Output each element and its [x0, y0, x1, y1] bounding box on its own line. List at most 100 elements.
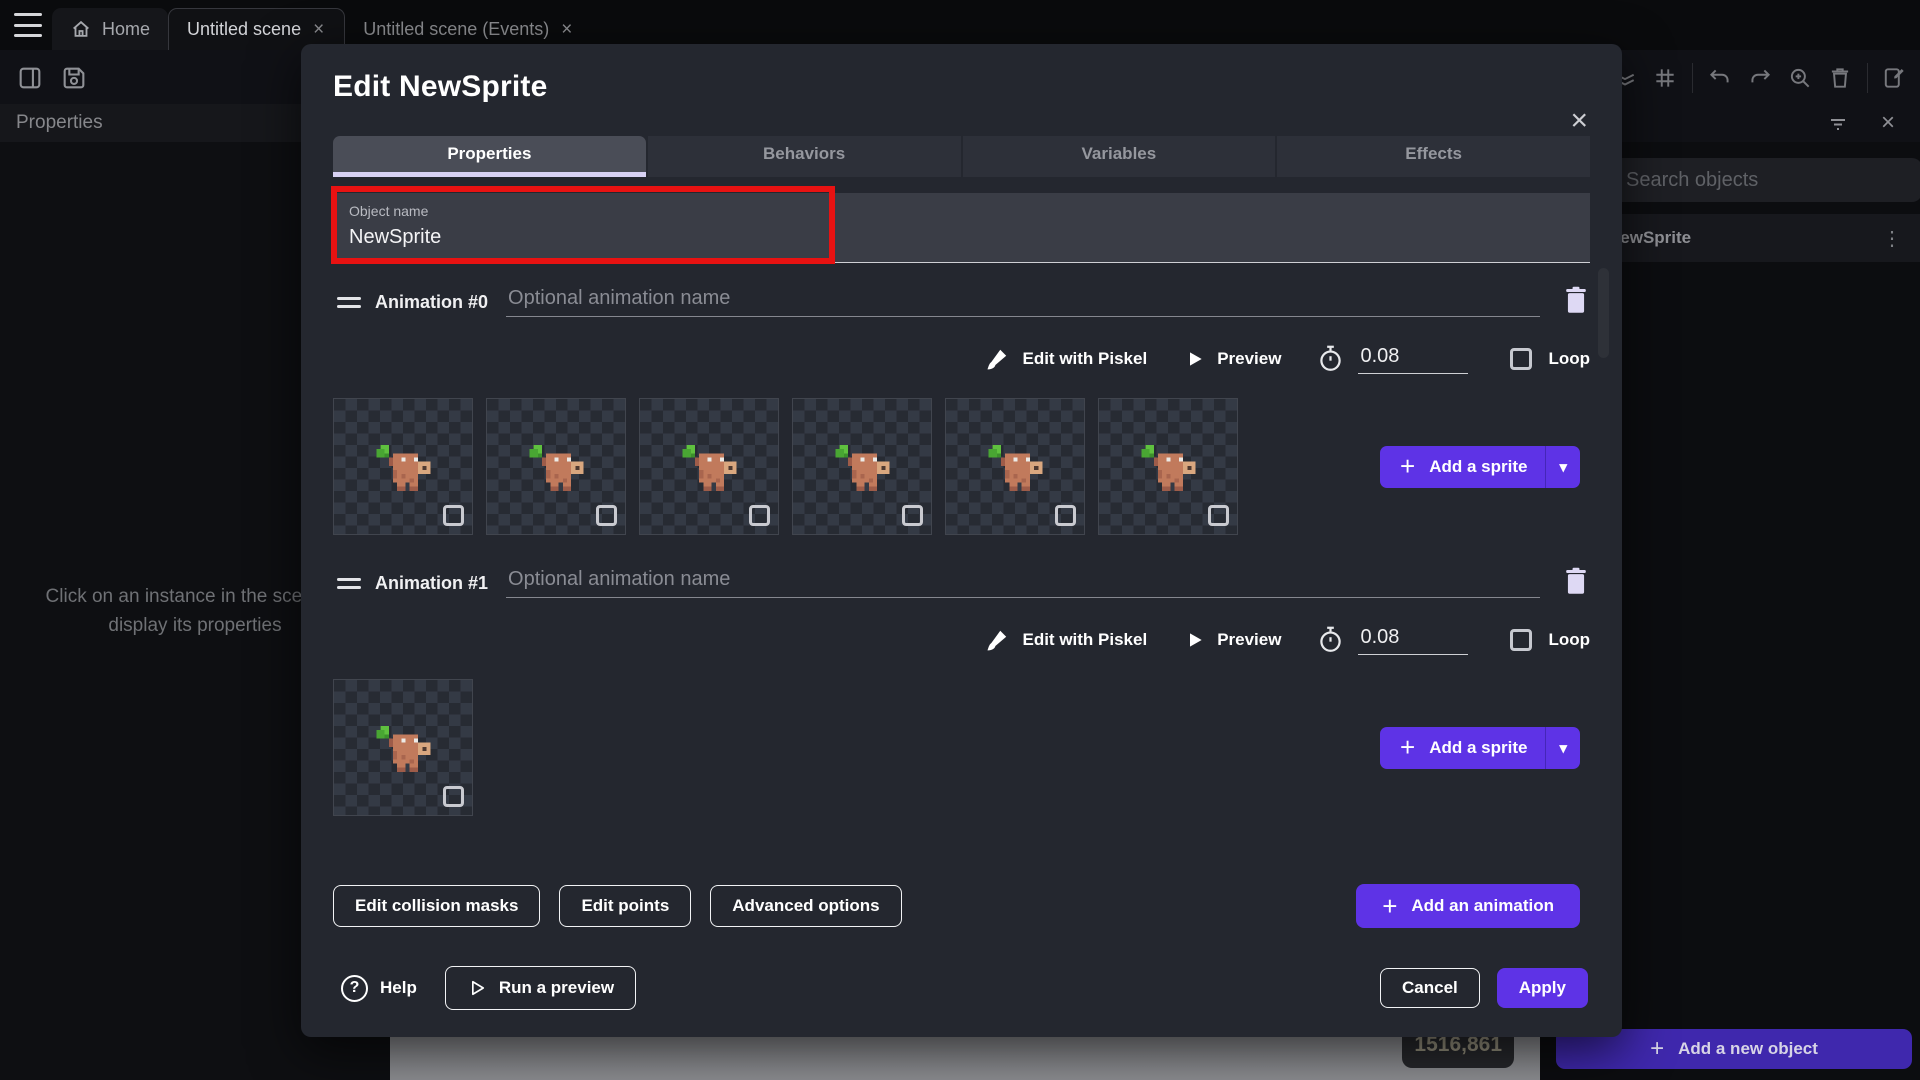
animation-0-tools: Edit with Piskel Preview Loop — [333, 344, 1590, 374]
undo-icon[interactable] — [1707, 65, 1733, 91]
advanced-options-button[interactable]: Advanced options — [710, 885, 901, 927]
tab-properties[interactable]: Properties — [333, 136, 646, 177]
edit-with-piskel-button[interactable]: Edit with Piskel — [1022, 630, 1147, 650]
toolbar-divider — [1692, 63, 1693, 93]
apply-button[interactable]: Apply — [1497, 968, 1588, 1008]
edit-collision-masks-button[interactable]: Edit collision masks — [333, 885, 540, 927]
add-sprite-button[interactable]: + Add a sprite ▾ — [1380, 446, 1580, 488]
sprite-frame[interactable] — [639, 398, 779, 535]
animation-title: Animation #1 — [375, 573, 488, 594]
sprite-frame[interactable] — [333, 398, 473, 535]
animation-1-header: Animation #1 — [333, 566, 1590, 598]
loop-checkbox[interactable] — [1510, 348, 1532, 370]
frames-list — [333, 398, 1238, 535]
edit-sprite-dialog: Edit NewSprite × Properties Behaviors Va… — [301, 44, 1622, 1037]
time-between-frames-input[interactable] — [1358, 345, 1468, 374]
loop-label: Loop — [1548, 349, 1590, 369]
trash-icon[interactable] — [1827, 65, 1853, 91]
chevron-down-icon[interactable]: ▾ — [1546, 739, 1580, 757]
tab-behaviors[interactable]: Behaviors — [648, 136, 961, 177]
question-icon: ? — [341, 975, 368, 1002]
close-icon[interactable]: × — [1876, 111, 1900, 135]
dialog-title: Edit NewSprite — [333, 70, 1590, 104]
time-between-frames-input[interactable] — [1358, 626, 1468, 655]
pig-sprite — [835, 445, 890, 495]
frame-checkbox[interactable] — [443, 786, 464, 807]
edit-with-piskel-button[interactable]: Edit with Piskel — [1022, 349, 1147, 369]
sprite-frame[interactable] — [945, 398, 1085, 535]
frame-checkbox[interactable] — [443, 505, 464, 526]
dialog-tabs: Properties Behaviors Variables Effects — [333, 136, 1590, 177]
tab-variables[interactable]: Variables — [963, 136, 1276, 177]
animation-title: Animation #0 — [375, 292, 488, 313]
gdevelop-window: Home Untitled scene × Untitled scene (Ev… — [0, 0, 1920, 1080]
close-icon[interactable]: × — [1570, 106, 1588, 136]
sprite-frame[interactable] — [333, 679, 473, 816]
edit-scene-properties-icon[interactable] — [1882, 65, 1908, 91]
stopwatch-icon — [1317, 344, 1344, 374]
toolbar-divider — [1867, 63, 1868, 93]
sprite-frame[interactable] — [792, 398, 932, 535]
sprite-frame[interactable] — [486, 398, 626, 535]
run-a-preview-button[interactable]: Run a preview — [445, 966, 636, 1010]
objects-panel-icon[interactable] — [16, 64, 44, 92]
animation-name-input[interactable] — [506, 568, 1540, 598]
add-sprite-button[interactable]: + Add a sprite ▾ — [1380, 727, 1580, 769]
dialog-footer-buttons: Edit collision masks Edit points Advance… — [333, 884, 1590, 928]
edit-points-button[interactable]: Edit points — [559, 885, 691, 927]
close-icon[interactable]: × — [311, 20, 326, 39]
redo-icon[interactable] — [1747, 65, 1773, 91]
loop-checkbox[interactable] — [1510, 629, 1532, 651]
pig-sprite — [376, 726, 431, 776]
frame-checkbox[interactable] — [1055, 505, 1076, 526]
animation-name-input[interactable] — [506, 287, 1540, 317]
plus-icon: + — [1380, 451, 1429, 482]
animation-0-frames-row: + Add a sprite ▾ — [333, 398, 1590, 535]
close-icon[interactable]: × — [559, 20, 574, 39]
zoom-in-icon[interactable] — [1787, 65, 1813, 91]
plus-icon: + — [1382, 891, 1397, 922]
save-icon[interactable] — [60, 64, 88, 92]
play-icon — [1185, 349, 1205, 369]
menu-icon[interactable] — [14, 13, 42, 37]
play-icon — [1185, 630, 1205, 650]
drag-handle-icon[interactable] — [337, 297, 361, 308]
pig-sprite — [1141, 445, 1196, 495]
home-icon — [70, 18, 92, 40]
pig-sprite — [682, 445, 737, 495]
preview-button[interactable]: Preview — [1217, 630, 1281, 650]
frame-checkbox[interactable] — [596, 505, 617, 526]
cancel-button[interactable]: Cancel — [1380, 968, 1480, 1008]
tab-label: Home — [102, 19, 150, 40]
grid-icon[interactable] — [1652, 65, 1678, 91]
frame-checkbox[interactable] — [1208, 505, 1229, 526]
loop-label: Loop — [1548, 630, 1590, 650]
frame-checkbox[interactable] — [749, 505, 770, 526]
add-an-animation-button[interactable]: + Add an animation — [1356, 884, 1580, 928]
help-button[interactable]: ? Help — [341, 975, 417, 1002]
object-name-field[interactable]: Object name NewSprite — [333, 193, 1590, 263]
animation-1-frames-row: + Add a sprite ▾ — [333, 679, 1590, 816]
filter-icon[interactable] — [1826, 111, 1850, 135]
delete-animation-icon[interactable] — [1562, 285, 1590, 315]
plus-icon: + — [1380, 732, 1429, 763]
pig-sprite — [988, 445, 1043, 495]
frames-list — [333, 679, 473, 816]
tab-home[interactable]: Home — [52, 8, 168, 50]
chevron-down-icon[interactable]: ▾ — [1546, 458, 1580, 476]
animation-1-tools: Edit with Piskel Preview Loop — [333, 625, 1590, 655]
play-outline-icon — [467, 978, 487, 998]
sprite-frame[interactable] — [1098, 398, 1238, 535]
preview-button[interactable]: Preview — [1217, 349, 1281, 369]
object-name-label: Object name — [349, 203, 1574, 219]
animation-0-header: Animation #0 — [333, 285, 1590, 317]
drag-handle-icon[interactable] — [337, 578, 361, 589]
dialog-scrollbar[interactable] — [1598, 268, 1609, 358]
pig-sprite — [376, 445, 431, 495]
panel-title: Properties — [16, 112, 103, 134]
tab-effects[interactable]: Effects — [1277, 136, 1590, 177]
more-options-icon[interactable]: ⋮ — [1882, 226, 1902, 251]
frame-checkbox[interactable] — [902, 505, 923, 526]
stopwatch-icon — [1317, 625, 1344, 655]
delete-animation-icon[interactable] — [1562, 566, 1590, 596]
